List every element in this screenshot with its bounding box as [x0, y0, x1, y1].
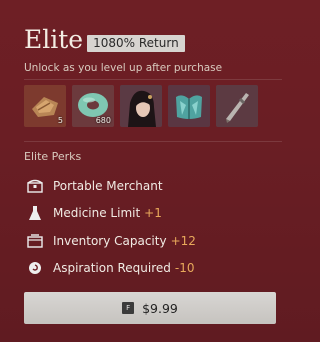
reward-item-jade-disc[interactable]: 680	[72, 85, 114, 127]
page-title: Elite	[24, 25, 84, 54]
perk-aspiration-required: Aspiration Required -10	[26, 255, 196, 283]
reward-count: 5	[57, 116, 63, 125]
perk-list: Portable Merchant Medicine Limit +1 Inve…	[26, 172, 196, 282]
perk-bonus: -10	[174, 261, 195, 276]
perk-label: Portable Merchant	[53, 178, 163, 193]
inventory-box-icon	[26, 232, 44, 250]
perks-section-label: Elite Perks	[24, 150, 82, 163]
reward-item-character-portrait[interactable]	[120, 85, 162, 127]
perk-portable-merchant: Portable Merchant	[26, 172, 196, 200]
reward-count: 680	[95, 116, 111, 125]
title-row: Elite 1080% Return	[24, 22, 185, 54]
aspiration-swirl-icon	[26, 259, 44, 277]
reward-item-teal-outfit[interactable]	[168, 85, 210, 127]
unlock-subtitle: Unlock as you level up after purchase	[24, 62, 223, 74]
perk-bonus: +12	[170, 233, 196, 248]
reward-list: 5 680	[24, 85, 258, 127]
merchant-chest-icon	[26, 177, 44, 195]
reward-item-wood-bundle[interactable]: 5	[24, 85, 66, 127]
weapon-blade-icon	[216, 85, 258, 127]
perk-bonus: +1	[144, 206, 162, 221]
key-hint-badge: F	[122, 302, 135, 314]
medicine-flask-icon	[26, 204, 44, 222]
divider	[24, 141, 282, 142]
perk-label: Inventory Capacity	[53, 233, 167, 248]
price-label: $9.99	[142, 300, 178, 316]
divider	[24, 79, 282, 80]
perk-inventory-capacity: Inventory Capacity +12	[26, 227, 196, 255]
elite-pass-panel: Elite 1080% Return Unlock as you level u…	[0, 0, 306, 342]
character-portrait-icon	[120, 85, 162, 127]
return-badge: 1080% Return	[87, 35, 185, 52]
reward-item-weapon[interactable]	[216, 85, 258, 127]
perk-label: Aspiration Required	[53, 261, 171, 276]
perk-label: Medicine Limit	[53, 206, 141, 221]
teal-outfit-icon	[168, 85, 210, 127]
perk-medicine-limit: Medicine Limit +1	[26, 200, 196, 228]
purchase-button[interactable]: F $9.99	[24, 292, 276, 324]
